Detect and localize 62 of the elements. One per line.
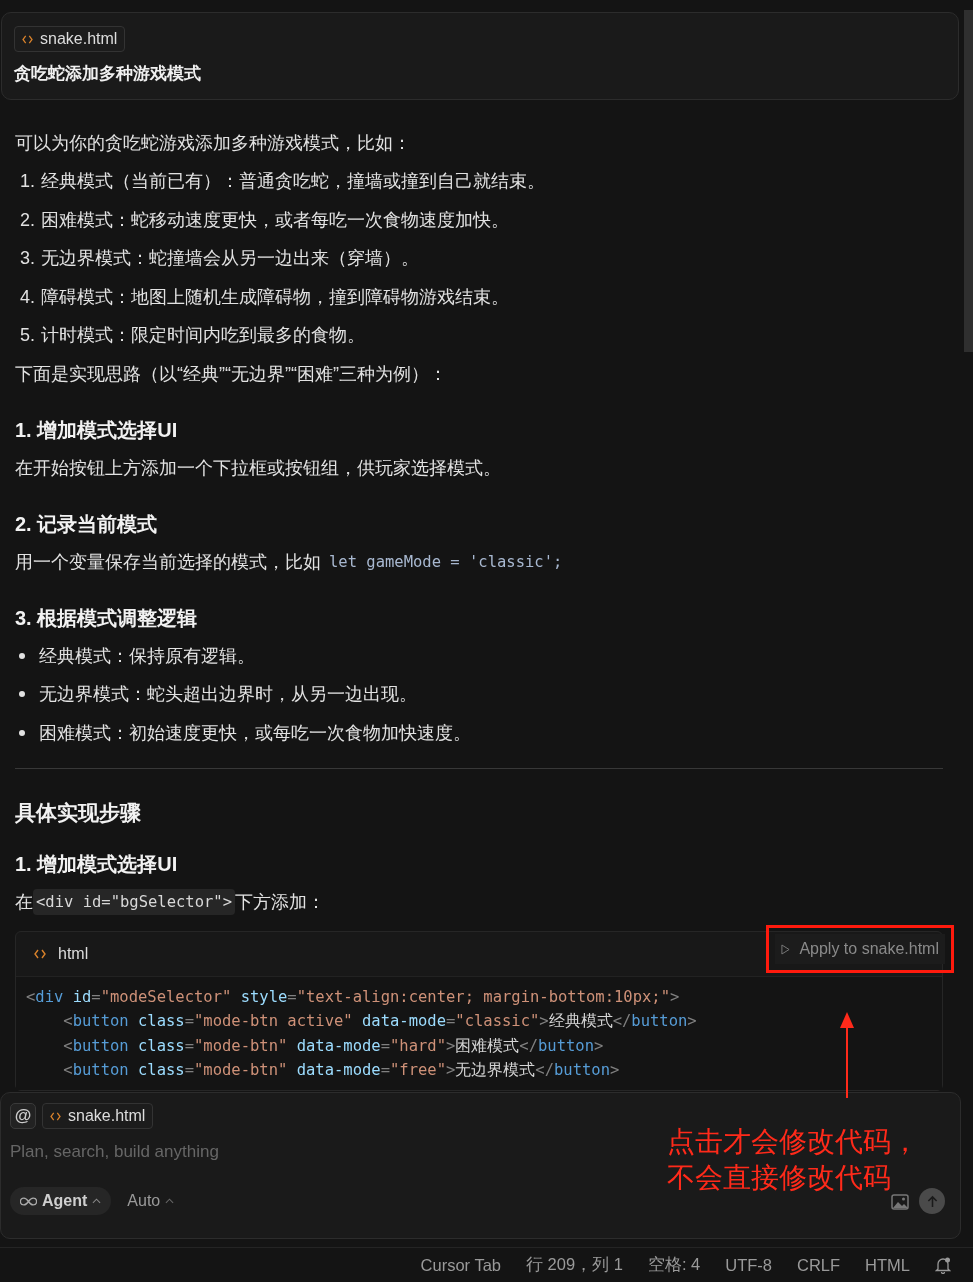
list-number: 3.	[20, 247, 35, 270]
paragraph: 在开始按钮上方添加一个下拉框或按钮组，供玩家选择模式。	[15, 456, 501, 480]
code-line: <div id="modeSelector" style="text-align:center; margin-bottom:10px;">	[26, 987, 681, 1008]
paragraph: 下面是实现思路（以“经典”“无边界”“困难”三种为例）：	[15, 362, 448, 386]
list-item-text: 计时模式：限定时间内吃到最多的食物。	[41, 324, 365, 347]
mention-button[interactable]: @	[10, 1103, 36, 1129]
file-chip[interactable]: snake.html	[42, 1103, 154, 1129]
step-heading: 1. 增加模式选择UI	[15, 852, 179, 877]
file-name: snake.html	[40, 30, 118, 48]
list-number: 1.	[20, 170, 35, 193]
list-item-text: 经典模式：保持原有逻辑。	[39, 644, 255, 668]
list-number: 2.	[20, 208, 35, 232]
list-item-text: 困难模式：蛇移动速度更快，或者每吃一次食物速度加快。	[41, 208, 509, 232]
list-item-text: 经典模式（当前已有）：普通贪吃蛇，撞墙或撞到自己就结束。	[41, 170, 545, 193]
image-icon[interactable]	[891, 1194, 909, 1210]
infinity-icon	[20, 1196, 37, 1206]
list-item-text: 无边界模式：蛇撞墙会从另一边出来（穿墙）。	[41, 247, 419, 270]
prompt-text: 贪吃蛇添加多种游戏模式	[14, 63, 202, 85]
caret-icon	[165, 1198, 175, 1204]
step-heading: 2. 记录当前模式	[15, 511, 159, 537]
list-number: 5.	[20, 324, 35, 347]
list-item-text: 无边界模式：蛇头超出边界时，从另一边出现。	[39, 683, 417, 706]
play-icon	[781, 943, 791, 955]
status-item[interactable]: CRLF	[797, 1255, 841, 1275]
paragraph: 可以为你的贪吃蛇游戏添加多种游戏模式，比如：	[15, 132, 412, 155]
code-line: <button class="mode-btn active" data-mode="classic">经典模式</button>	[62, 1011, 698, 1033]
caret-icon	[92, 1198, 102, 1204]
status-item[interactable]: Cursor Tab	[420, 1255, 501, 1275]
bullet-icon	[19, 652, 25, 659]
code-icon	[22, 34, 33, 44]
paragraph-text: 下方添加：	[234, 891, 325, 914]
file-name: snake.html	[68, 1107, 146, 1125]
code-icon	[34, 949, 46, 959]
list-number: 4.	[20, 285, 35, 309]
list-item-text: 困难模式：初始速度更快，或每吃一次食物加快速度。	[39, 721, 471, 745]
inline-code: <div id="bgSelector">	[33, 889, 235, 915]
language-label: html	[58, 945, 89, 963]
bullet-icon	[19, 691, 25, 698]
section-heading: 具体实现步骤	[15, 800, 142, 826]
code-icon	[50, 1111, 61, 1121]
prompt-input[interactable]: Plan, search, build anything	[10, 1139, 430, 1165]
status-item[interactable]: 行 209，列 1	[526, 1254, 623, 1276]
status-item[interactable]: 空格: 4	[647, 1254, 701, 1276]
annotation-text: 点击才会修改代码， 不会直接修改代码	[667, 1125, 919, 1195]
bullet-icon	[19, 729, 25, 736]
paragraph-text: 在	[15, 891, 33, 914]
status-item[interactable]: HTML	[865, 1255, 910, 1275]
file-chip[interactable]: snake.html	[14, 26, 126, 52]
step-heading: 3. 根据模式调整逻辑	[15, 605, 199, 631]
apply-button[interactable]: Apply to snake.html	[775, 934, 945, 964]
inline-code: let gameMode = 'classic';	[329, 551, 563, 573]
code-line: <button class="mode-btn" data-mode="free">无边界模式</button>	[62, 1059, 621, 1081]
arrow-up-icon	[926, 1194, 938, 1208]
bell-icon[interactable]	[935, 1256, 951, 1274]
step-heading: 1. 增加模式选择UI	[15, 417, 179, 443]
paragraph: 用一个变量保存当前选择的模式，比如	[15, 550, 321, 574]
list-item-text: 障碍模式：地图上随机生成障碍物，撞到障碍物游戏结束。	[41, 285, 509, 309]
model-button[interactable]: Auto	[121, 1191, 181, 1211]
scrollbar-thumb[interactable]	[964, 10, 973, 352]
status-item[interactable]: UTF-8	[725, 1255, 772, 1275]
agent-mode-button[interactable]: Agent	[10, 1187, 112, 1215]
code-line: <button class="mode-btn" data-mode="hard">困难模式</button>	[62, 1035, 605, 1057]
